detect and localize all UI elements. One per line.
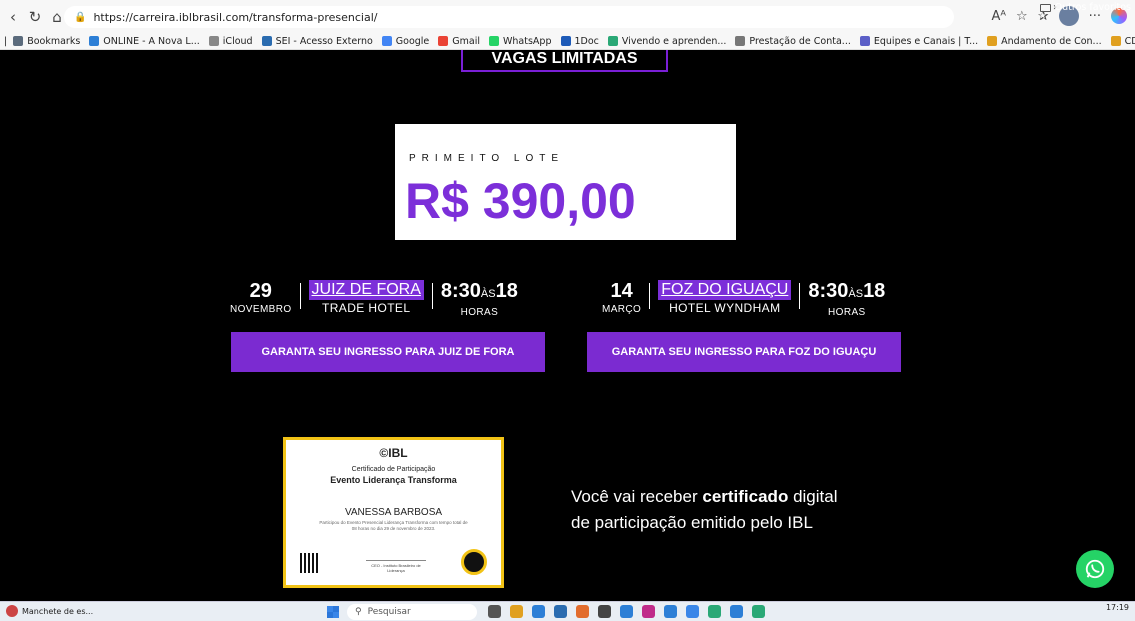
- taskbar-app-icon[interactable]: [752, 605, 765, 618]
- bookmark-item[interactable]: CDP - Gestão Contr...: [1110, 36, 1135, 47]
- event-juiz-de-fora: 29 NOVEMBRO JUIZ DE FORA TRADE HOTEL 8:3…: [230, 280, 518, 319]
- taskbar-app-icon[interactable]: [642, 605, 655, 618]
- certificate-name: VANESSA BARBOSA: [344, 507, 443, 518]
- whatsapp-icon: [1085, 559, 1105, 579]
- event-city[interactable]: JUIZ DE FORA: [308, 280, 424, 300]
- qr-code-icon: [300, 553, 320, 573]
- news-widget[interactable]: Manchete de es...: [6, 605, 93, 617]
- event-location: JUIZ DE FORA TRADE HOTEL: [308, 280, 424, 315]
- bookmark-icon: [261, 36, 272, 46]
- taskbar: Manchete de es... ⚲ Pesquisar 17:19: [0, 601, 1135, 621]
- taskbar-app-icon[interactable]: [510, 605, 523, 618]
- buy-ticket-foz-do-iguacu-button[interactable]: GARANTA SEU INGRESSO PARA FOZ DO IGUAÇU: [587, 332, 901, 372]
- other-bookmarks[interactable]: Outros favoritos: [1039, 2, 1131, 13]
- taskbar-app-icon[interactable]: [686, 605, 699, 618]
- bookmark-icon: [735, 36, 746, 46]
- vagas-limitadas-badge: VAGAS LIMITADAS: [461, 50, 668, 72]
- favorite-star-icon[interactable]: ☆: [1016, 9, 1028, 24]
- bookmark-icon: [438, 36, 449, 46]
- bookmark-icon: [1110, 36, 1121, 46]
- system-tray: 17:19: [1106, 604, 1129, 612]
- bookmark-separator: |: [4, 35, 8, 47]
- bookmark-item[interactable]: ONLINE - A Nova L...: [89, 36, 200, 47]
- taskbar-app-icon[interactable]: [532, 605, 545, 618]
- bookmark-item[interactable]: iCloud: [208, 36, 253, 47]
- folder-icon: [1039, 3, 1051, 12]
- back-icon[interactable]: ‹: [2, 6, 24, 28]
- bookmark-item[interactable]: Vivendo e aprenden...: [607, 36, 726, 47]
- lote-label: PRIMEITO LOTE: [409, 153, 565, 164]
- taskbar-app-icon[interactable]: [730, 605, 743, 618]
- event-foz-do-iguacu: 14 MARÇO FOZ DO IGUAÇU HOTEL WYNDHAM 8:3…: [602, 280, 885, 319]
- divider: [649, 283, 651, 309]
- divider: [299, 283, 301, 309]
- taskbar-search[interactable]: ⚲ Pesquisar: [347, 604, 477, 620]
- event-location: FOZ DO IGUAÇU HOTEL WYNDHAM: [658, 280, 792, 315]
- address-bar: ‹ ↻ ⌂ 🔒 https://carreira.iblbrasil.com/t…: [0, 0, 1135, 33]
- taskbar-app-icon[interactable]: [708, 605, 721, 618]
- bookmark-item[interactable]: WhatsApp: [489, 36, 552, 47]
- taskbar-app-icon[interactable]: [488, 605, 501, 618]
- bookmark-item[interactable]: Equipes e Canais | T...: [859, 36, 978, 47]
- signature: CEO - Instituto Brasileiro de Liderança: [366, 560, 426, 573]
- bookmark-icon: [560, 36, 571, 46]
- event-date: 14 MARÇO: [602, 280, 642, 315]
- taskbar-apps: [488, 605, 765, 618]
- refresh-icon[interactable]: ↻: [24, 6, 46, 28]
- bookmark-item[interactable]: Prestação de Conta...: [735, 36, 851, 47]
- taskbar-app-icon[interactable]: [576, 605, 589, 618]
- windows-start-icon[interactable]: [327, 606, 339, 618]
- bookmark-item[interactable]: SEI - Acesso Externo: [261, 36, 373, 47]
- certificate-description: Você vai receber certificado digital de …: [571, 487, 838, 532]
- taskbar-app-icon[interactable]: [664, 605, 677, 618]
- event-hours: 8:30ÀS18 HORAS: [808, 280, 886, 318]
- url-input[interactable]: 🔒 https://carreira.iblbrasil.com/transfo…: [64, 6, 954, 28]
- read-aloud-icon[interactable]: Aᴬ: [992, 9, 1007, 24]
- buy-ticket-juiz-de-fora-button[interactable]: GARANTA SEU INGRESSO PARA JUIZ DE FORA: [231, 332, 545, 372]
- bookmark-icon: [89, 36, 100, 46]
- event-city[interactable]: FOZ DO IGUAÇU: [658, 280, 792, 300]
- seal-icon: [461, 549, 487, 575]
- bookmark-icon: [607, 36, 618, 46]
- taskbar-app-icon[interactable]: [598, 605, 611, 618]
- clock: 17:19: [1105, 603, 1129, 612]
- page-content: VAGAS LIMITADAS PRIMEITO LOTE R$ 390,00 …: [0, 50, 1135, 601]
- bookmark-item[interactable]: Andamento de Con...: [987, 36, 1102, 47]
- bookmark-item[interactable]: 1Doc: [560, 36, 599, 47]
- bookmark-item[interactable]: Bookmarks: [13, 36, 80, 47]
- divider: [431, 283, 433, 309]
- bookmark-icon: [987, 36, 998, 46]
- price-box: PRIMEITO LOTE R$ 390,00: [395, 124, 736, 240]
- event-venue: HOTEL WYNDHAM: [669, 301, 781, 315]
- divider: [799, 283, 801, 309]
- bookmark-icon: [489, 36, 500, 46]
- bookmarks-bar: | Bookmarks ONLINE - A Nova L... iCloud SEI…: [0, 33, 1135, 50]
- taskbar-app-icon[interactable]: [620, 605, 633, 618]
- url-text: https://carreira.iblbrasil.com/transform…: [93, 10, 378, 24]
- news-icon: [6, 605, 18, 617]
- taskbar-app-icon[interactable]: [554, 605, 567, 618]
- search-icon: ⚲: [355, 607, 362, 617]
- bookmark-icon: [859, 36, 870, 46]
- ibl-logo: ©IBL: [379, 446, 408, 460]
- lock-icon: 🔒: [74, 11, 87, 23]
- bookmark-icon: [381, 36, 392, 46]
- bookmark-icon: [13, 36, 24, 46]
- bookmark-item[interactable]: Google: [381, 36, 429, 47]
- event-venue: TRADE HOTEL: [322, 301, 411, 315]
- bookmark-icon: [208, 36, 219, 46]
- whatsapp-button[interactable]: [1076, 550, 1114, 588]
- event-hours: 8:30ÀS18 HORAS: [440, 280, 518, 318]
- event-date: 29 NOVEMBRO: [230, 280, 292, 315]
- certificate-image: ©IBL Certificado de Participação Evento …: [283, 437, 504, 588]
- bookmark-item[interactable]: Gmail: [438, 36, 480, 47]
- price: R$ 390,00: [405, 173, 636, 229]
